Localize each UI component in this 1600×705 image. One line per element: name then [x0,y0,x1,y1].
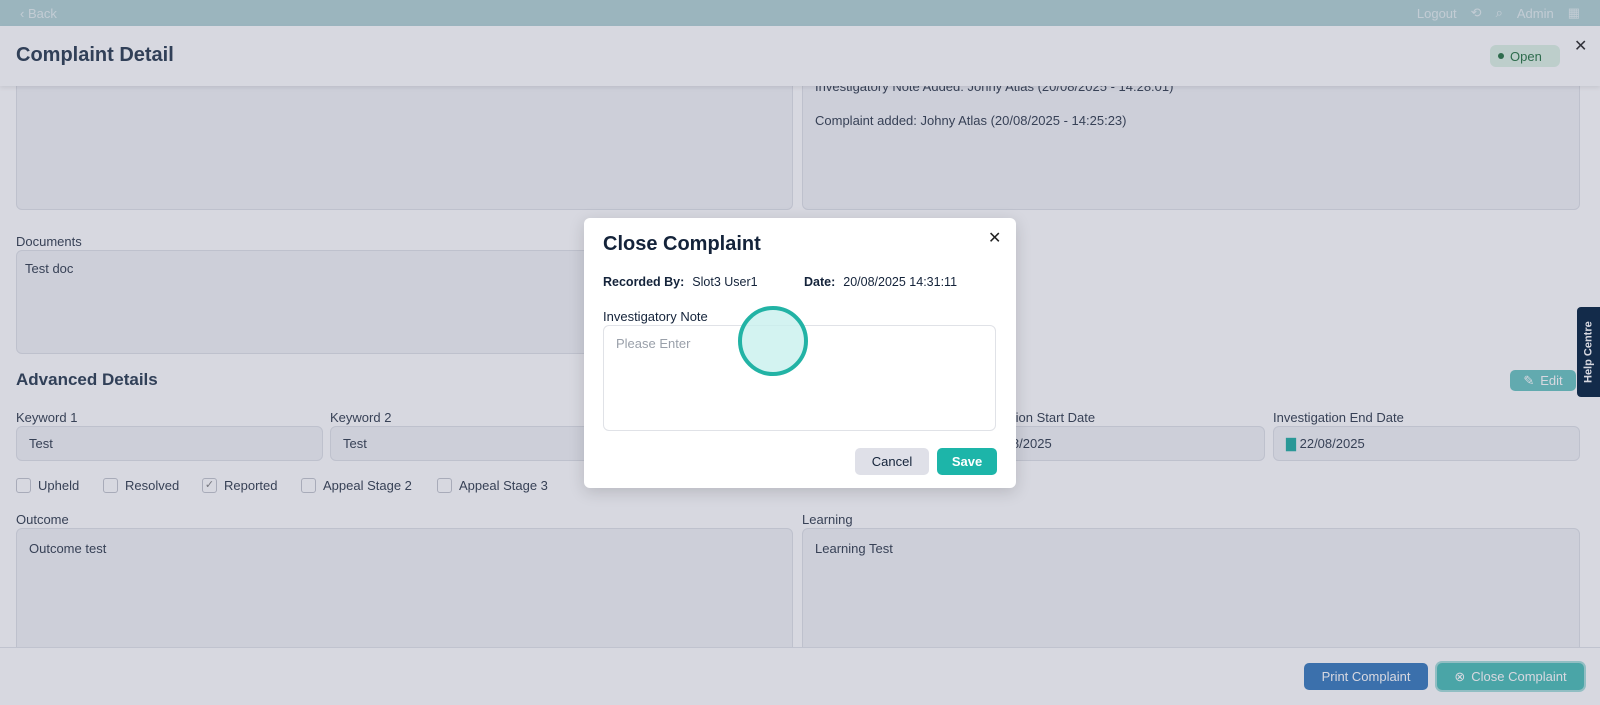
dialog-title: Close Complaint [603,233,761,255]
click-indicator [738,306,808,376]
save-button[interactable]: Save [937,448,997,475]
cancel-button[interactable]: Cancel [855,448,929,475]
close-icon[interactable]: ✕ [988,228,1001,248]
date: Date: 20/08/2025 14:31:11 [804,275,958,289]
recorded-by: Recorded By: Slot3 User1 [603,275,758,289]
investigatory-note-label: Investigatory Note [603,309,708,324]
